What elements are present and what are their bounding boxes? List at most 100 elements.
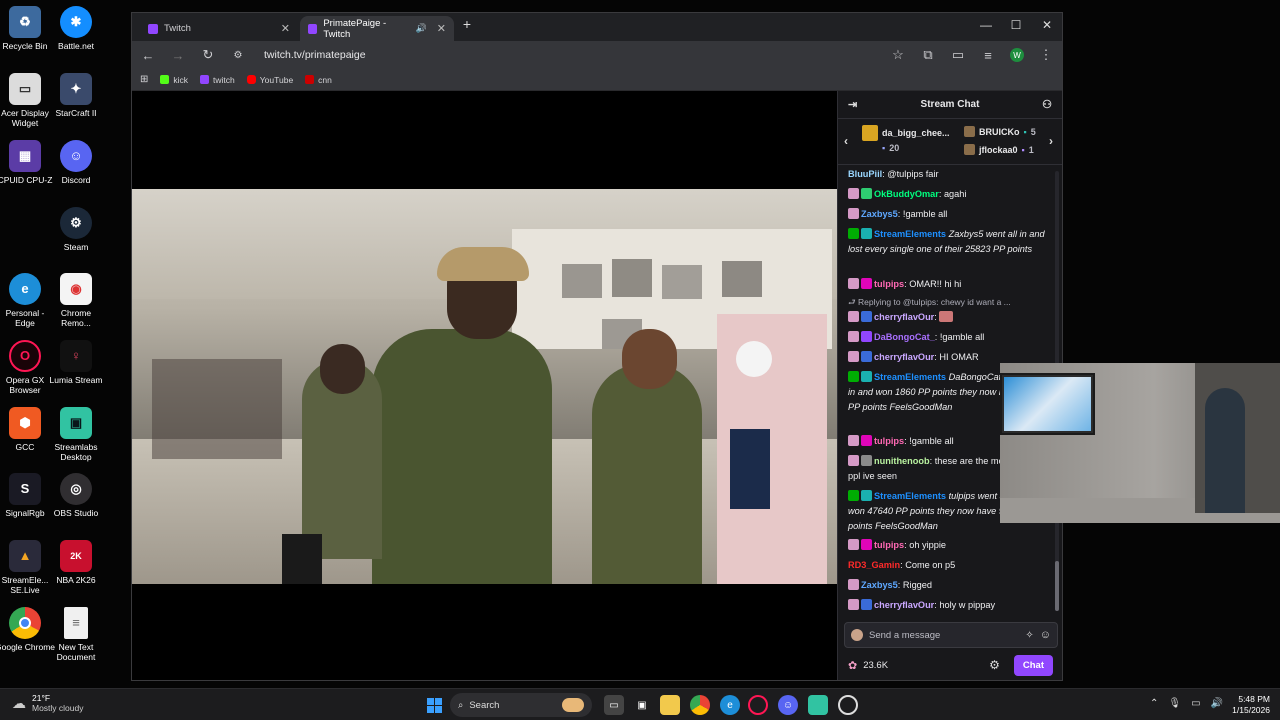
chat-username[interactable]: StreamElements bbox=[874, 372, 946, 382]
opera-taskbar-icon[interactable] bbox=[748, 695, 768, 715]
chat-username[interactable]: Zaxbys5 bbox=[861, 209, 898, 219]
bookmark-youtube[interactable]: YouTube bbox=[246, 75, 293, 85]
desktop-icon-lumia[interactable]: ♀ Lumia Stream bbox=[46, 340, 106, 385]
stream-video-frame[interactable] bbox=[132, 189, 837, 584]
cast-icon[interactable]: ▭ bbox=[950, 47, 966, 63]
chat-scrollbar-thumb[interactable] bbox=[1055, 561, 1059, 611]
chat-username[interactable]: StreamElements bbox=[874, 491, 946, 501]
microphone-icon[interactable]: 🎙 bbox=[1168, 698, 1181, 709]
task-view-icon[interactable]: ▭ bbox=[604, 695, 624, 715]
desktop-icon-nba2k[interactable]: 2K NBA 2K26 bbox=[46, 540, 106, 585]
chat-username[interactable]: StreamElements bbox=[874, 229, 946, 239]
profile-avatar[interactable]: W bbox=[1010, 48, 1024, 62]
chat-username[interactable]: Zaxbys5 bbox=[861, 580, 898, 590]
clock[interactable]: 5:48 PM 1/15/2026 bbox=[1226, 694, 1270, 716]
chat-message-input[interactable]: Send a message ✧ ☺ bbox=[844, 622, 1058, 648]
leaderboard-prev-icon[interactable]: ‹ bbox=[844, 134, 848, 148]
recycle-bin-icon: ♻ bbox=[9, 6, 41, 38]
turbo-badge-icon bbox=[861, 455, 872, 466]
chat-username[interactable]: BluuPiil bbox=[848, 169, 882, 179]
new-tab-button[interactable]: + bbox=[452, 16, 482, 32]
video-player[interactable] bbox=[132, 91, 837, 680]
desktop-icon-chrome-remote[interactable]: ◉ Chrome Remo... bbox=[46, 273, 106, 328]
chat-username[interactable]: nunithenoob bbox=[874, 456, 930, 466]
reply-context[interactable]: ⮐ Replying to @tulpips: chewy id want a … bbox=[848, 297, 1011, 311]
chrome-taskbar-icon[interactable] bbox=[690, 695, 710, 715]
taskbar-search[interactable]: ⌕ Search bbox=[450, 693, 592, 717]
volume-icon[interactable]: 🔊 bbox=[1211, 698, 1223, 709]
chat-send-button[interactable]: Chat bbox=[1013, 654, 1053, 676]
leaderboard-next-icon[interactable]: › bbox=[1049, 134, 1053, 148]
verified-bot-badge-icon bbox=[848, 490, 859, 501]
community-users-icon[interactable]: ⚇ bbox=[1042, 98, 1052, 111]
widgets-icon[interactable]: ▣ bbox=[632, 695, 652, 715]
start-windows-icon[interactable] bbox=[424, 695, 444, 715]
channel-emote-icon[interactable] bbox=[851, 629, 863, 641]
back-icon[interactable]: ← bbox=[140, 48, 156, 63]
extensions-icon[interactable]: ⧉ bbox=[920, 47, 936, 63]
leaderboard-third[interactable]: jflockaa0 ▪ 1 bbox=[964, 144, 1034, 155]
close-window-icon[interactable]: ✕ bbox=[1032, 18, 1062, 32]
chat-message: BluuPiil: @tulpips fair bbox=[848, 169, 939, 179]
chat-username[interactable]: OkBuddyOmar bbox=[874, 189, 939, 199]
tab-primatepaige[interactable]: PrimatePaige - Twitch 🔊 ✕ bbox=[300, 16, 454, 41]
chat-username[interactable]: cherryflavOur bbox=[874, 352, 934, 362]
bookmark-twitch[interactable]: twitch bbox=[200, 75, 235, 85]
app-taskbar-icon[interactable] bbox=[838, 695, 858, 715]
moderator-badge-icon bbox=[861, 228, 872, 239]
minimize-icon[interactable]: — bbox=[971, 18, 1001, 32]
address-bar[interactable]: twitch.tv/primatepaige bbox=[264, 49, 876, 61]
edge-taskbar-icon[interactable]: e bbox=[720, 695, 740, 715]
edge-icon: e bbox=[9, 273, 41, 305]
chat-username[interactable]: cherryflavOur bbox=[874, 312, 934, 322]
reload-icon[interactable]: ↻ bbox=[200, 47, 216, 63]
discord-icon: ☺ bbox=[60, 140, 92, 172]
chat-username[interactable]: cherryflavOur bbox=[874, 600, 934, 610]
desktop-icon-text-document[interactable]: ≡ New Text Document bbox=[46, 607, 106, 662]
forward-icon[interactable]: → bbox=[170, 48, 186, 63]
collapse-chat-icon[interactable]: ⇥ bbox=[848, 98, 857, 111]
desktop-icon-discord[interactable]: ☺ Discord bbox=[46, 140, 106, 185]
search-icon: ⌕ bbox=[458, 699, 464, 711]
display-icon[interactable]: ▭ bbox=[1191, 698, 1200, 709]
chat-username[interactable]: tulpips bbox=[874, 540, 904, 550]
bookmark-kick[interactable]: kick bbox=[160, 75, 188, 85]
bits-icon[interactable]: ✧ bbox=[1025, 630, 1033, 641]
desktop-icon-obs[interactable]: ◎ OBS Studio bbox=[46, 473, 106, 518]
streamlabs-taskbar-icon[interactable] bbox=[808, 695, 828, 715]
tab-twitch[interactable]: Twitch ✕ bbox=[140, 16, 298, 41]
speaker-icon[interactable]: 🔊 bbox=[416, 23, 427, 34]
channel-points-icon[interactable]: ✿ bbox=[848, 659, 857, 672]
twitch-favicon-icon bbox=[308, 23, 318, 34]
desktop-icon-starcraft[interactable]: ✦ StarCraft II bbox=[46, 73, 106, 118]
desktop-icon-steam[interactable]: ⚙ Steam bbox=[46, 207, 106, 252]
bits-badge-icon bbox=[861, 331, 872, 342]
prime-badge-icon bbox=[861, 351, 872, 362]
menu-kebab-icon[interactable]: ⋮ bbox=[1038, 47, 1054, 63]
leaderboard-second[interactable]: BRUICKo ▪ 5 bbox=[964, 126, 1036, 137]
chat-settings-icon[interactable]: ⚙ bbox=[989, 658, 1000, 672]
chevron-up-icon[interactable]: ⌃ bbox=[1150, 698, 1158, 709]
site-info-icon[interactable]: ⚙ bbox=[230, 50, 246, 61]
channel-points-count[interactable]: 23.6K bbox=[863, 660, 888, 671]
chat-message: tulpips: OMAR!! hi hi bbox=[848, 277, 1048, 292]
bookmark-star-icon[interactable]: ☆ bbox=[890, 47, 906, 63]
desktop-icon-battlenet[interactable]: ✱ Battle.net bbox=[46, 6, 106, 51]
chat-username[interactable]: RD3_Gamin bbox=[848, 560, 900, 570]
file-explorer-icon[interactable] bbox=[660, 695, 680, 715]
close-tab-icon[interactable]: ✕ bbox=[281, 22, 290, 35]
maximize-icon[interactable]: ☐ bbox=[1001, 18, 1031, 32]
leaderboard-first[interactable]: da_bigg_chee... bbox=[862, 125, 950, 141]
media-control-icon[interactable]: ≡ bbox=[980, 48, 996, 63]
desktop-icon-streamlabs[interactable]: ▣ Streamlabs Desktop bbox=[46, 407, 106, 462]
close-tab-icon[interactable]: ✕ bbox=[437, 22, 446, 35]
bookmark-cnn[interactable]: cnn bbox=[305, 75, 332, 85]
apps-grid-icon[interactable]: ⊞ bbox=[140, 74, 148, 85]
discord-taskbar-icon[interactable]: ☺ bbox=[778, 695, 798, 715]
chat-username[interactable]: tulpips bbox=[874, 436, 904, 446]
chat-username[interactable]: tulpips bbox=[874, 279, 904, 289]
chat-username[interactable]: DaBongoCat_ bbox=[874, 332, 935, 342]
cnn-icon bbox=[305, 75, 315, 84]
emote-picker-icon[interactable]: ☺ bbox=[1040, 629, 1051, 641]
weather-widget[interactable]: ☁ 21°F Mostly cloudy bbox=[12, 693, 84, 713]
